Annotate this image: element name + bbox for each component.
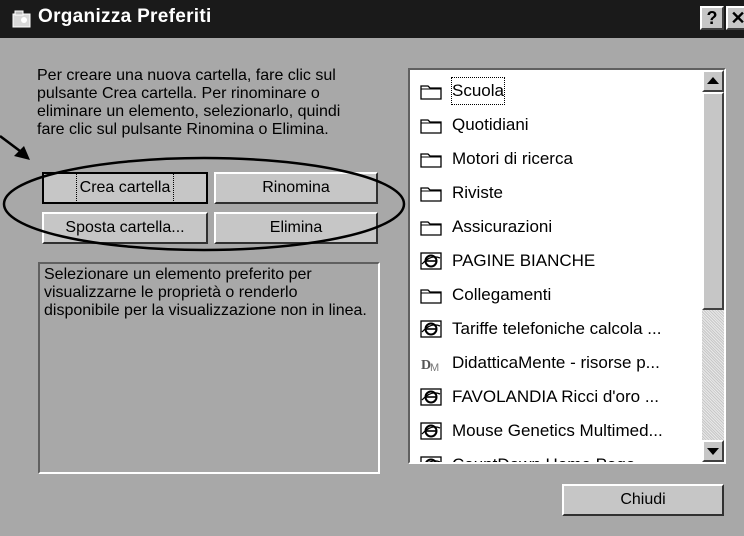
favorite-item-label: Scuola	[448, 74, 508, 108]
favorite-item-label: FAVOLANDIA Ricci d'oro ...	[452, 387, 659, 406]
favorite-item-label: Collegamenti	[452, 285, 552, 304]
vertical-scrollbar[interactable]	[702, 70, 724, 462]
scroll-thumb[interactable]	[702, 92, 724, 310]
organize-favorites-dialog: Organizza Preferiti ? ✕ Per creare una n…	[0, 0, 744, 536]
favorite-item[interactable]: PAGINE BIANCHE	[416, 244, 696, 278]
scroll-up-button[interactable]	[702, 70, 724, 92]
favorites-items: Scuola Quotidiani Motori di ricerca Riviste…	[416, 74, 696, 462]
favorite-item-label: Riviste	[452, 183, 504, 202]
annotation-ellipse	[2, 156, 406, 252]
favorite-item-label: Assicurazioni	[452, 217, 553, 236]
favorite-item-label: Mouse Genetics Multimed...	[452, 421, 663, 440]
title-bar[interactable]: Organizza Preferiti ? ✕	[0, 0, 744, 38]
svg-text:M: M	[430, 362, 439, 372]
favorites-list[interactable]: Scuola Quotidiani Motori di ricerca Riviste…	[408, 68, 726, 464]
instructions-text: Per creare una nuova cartella, fare clic…	[37, 67, 341, 138]
favorite-item[interactable]: Quotidiani	[416, 108, 696, 142]
favorites-folder-icon	[12, 10, 31, 28]
favorite-item[interactable]: Mouse Genetics Multimed...	[416, 414, 696, 448]
favorite-item[interactable]: Assicurazioni	[416, 210, 696, 244]
favorite-item[interactable]: D M DidatticaMente - risorse p...	[416, 346, 696, 380]
favorite-item-label: PAGINE BIANCHE	[452, 251, 596, 270]
favorite-item[interactable]: Riviste	[416, 176, 696, 210]
dialog-title: Organizza Preferiti	[38, 6, 212, 27]
properties-description-box: Selezionare un elemento preferito per vi…	[38, 262, 380, 474]
favorite-item-label: Quotidiani	[452, 115, 529, 134]
favorite-item-label: CountDown Home Page	[452, 448, 635, 462]
favorite-item[interactable]: Tariffe telefoniche calcola ...	[416, 312, 696, 346]
close-window-button[interactable]: ✕	[726, 6, 744, 30]
favorite-item[interactable]: CountDown Home Page	[416, 448, 696, 462]
help-button[interactable]: ?	[700, 6, 724, 30]
favorite-item[interactable]: Collegamenti	[416, 278, 696, 312]
favorite-item-label: DidatticaMente - risorse p...	[452, 353, 660, 372]
close-button[interactable]: Chiudi	[562, 484, 724, 516]
favorite-item-label: Tariffe telefoniche calcola ...	[452, 319, 662, 338]
scroll-down-button[interactable]	[702, 440, 724, 462]
favorite-item[interactable]: FAVOLANDIA Ricci d'oro ...	[416, 380, 696, 414]
favorite-item[interactable]: Scuola	[416, 74, 696, 108]
favorite-item[interactable]: Motori di ricerca	[416, 142, 696, 176]
favorite-item-label: Motori di ricerca	[452, 149, 573, 168]
arrow-down-icon	[707, 448, 719, 455]
arrow-up-icon	[707, 77, 719, 84]
